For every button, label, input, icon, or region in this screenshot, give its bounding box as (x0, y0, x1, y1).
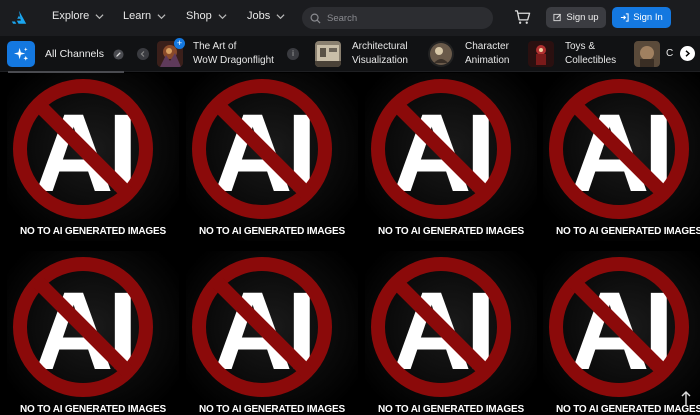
scroll-right-button[interactable] (680, 46, 695, 61)
channel-label-line2: Visualization (352, 55, 408, 66)
search-icon (310, 13, 321, 24)
top-navbar: Explore Learn Shop Jobs Sign up (0, 0, 700, 36)
artwork-tile[interactable]: AINO TO AI GENERATED IMAGES (365, 73, 537, 241)
channel-architectural-visualization[interactable]: Architectural Visualization (315, 36, 408, 72)
artwork-caption: NO TO AI GENERATED IMAGES (199, 226, 345, 237)
all-channels-label[interactable]: All Channels (45, 48, 104, 60)
nav-jobs-label: Jobs (247, 10, 271, 22)
sign-up-button[interactable]: Sign up (546, 7, 606, 28)
sign-up-label: Sign up (566, 12, 599, 23)
scroll-to-top-button[interactable] (680, 390, 692, 408)
nav-jobs[interactable]: Jobs (247, 10, 285, 22)
channel-label-line1: Character (465, 41, 509, 52)
artwork-tile[interactable]: AINO TO AI GENERATED IMAGES (186, 73, 358, 241)
nav-learn-label: Learn (123, 10, 152, 22)
channel-label-line1: The Art of (193, 41, 237, 52)
artwork-caption: NO TO AI GENERATED IMAGES (556, 226, 700, 237)
channel-character-animation[interactable]: Character Animation (428, 36, 509, 72)
info-icon[interactable]: i (287, 48, 299, 60)
no-ai-symbol-icon: AI (543, 251, 700, 415)
sparkle-icon (13, 46, 28, 61)
artwork-caption: NO TO AI GENERATED IMAGES (199, 404, 345, 415)
artwork-caption: NO TO AI GENERATED IMAGES (20, 404, 166, 415)
artwork-caption: NO TO AI GENERATED IMAGES (556, 404, 700, 415)
channel-thumbnail (428, 41, 454, 67)
chevron-down-icon (95, 13, 104, 19)
edit-channels-icon[interactable] (113, 49, 124, 60)
nav-shop[interactable]: Shop (186, 10, 227, 22)
plus-badge-icon: + (174, 38, 185, 49)
cart-icon[interactable] (514, 9, 531, 26)
channel-label-line2: WoW Dragonflight (193, 55, 274, 66)
edit-icon (553, 13, 562, 22)
no-ai-symbol-icon: AI (543, 73, 700, 241)
chevron-right-icon (685, 50, 691, 57)
channel-label-line2: Collectibles (565, 55, 617, 66)
chevron-down-icon (218, 13, 227, 19)
nav-explore-label: Explore (52, 10, 90, 22)
sign-in-icon (621, 13, 629, 22)
nav-explore[interactable]: Explore (52, 10, 104, 22)
chevron-left-icon (140, 51, 145, 57)
chevron-down-icon (276, 13, 285, 19)
channel-label-line1: Architectural (352, 41, 408, 52)
artwork-tile[interactable]: AINO TO AI GENERATED IMAGES (7, 73, 179, 241)
no-ai-symbol-icon: AI (365, 251, 537, 415)
artwork-tile[interactable]: AINO TO AI GENERATED IMAGES (543, 251, 700, 415)
artwork-caption: NO TO AI GENERATED IMAGES (378, 226, 524, 237)
sign-in-button[interactable]: Sign In (612, 7, 671, 28)
search-bar[interactable] (302, 7, 493, 29)
arrow-up-icon (681, 391, 691, 405)
all-channels-button[interactable] (7, 41, 35, 67)
search-input[interactable] (327, 12, 477, 24)
channel-label-line1: C (666, 48, 674, 59)
no-ai-symbol-icon: AI (186, 251, 358, 415)
artwork-tile[interactable]: AINO TO AI GENERATED IMAGES (365, 251, 537, 415)
channel-thumbnail (634, 41, 660, 67)
no-ai-symbol-icon: AI (7, 73, 179, 241)
channel-label-line1: Toys & (565, 41, 596, 52)
no-ai-symbol-icon: AI (7, 251, 179, 415)
channel-partial[interactable]: C (634, 36, 673, 72)
artwork-tile[interactable]: AINO TO AI GENERATED IMAGES (186, 251, 358, 415)
channel-thumbnail (528, 41, 554, 67)
artwork-caption: NO TO AI GENERATED IMAGES (378, 404, 524, 415)
artwork-tile[interactable]: AINO TO AI GENERATED IMAGES (7, 251, 179, 415)
nav-learn[interactable]: Learn (123, 10, 166, 22)
scroll-left-button[interactable] (137, 48, 149, 60)
chevron-down-icon (157, 13, 166, 19)
artstation-logo-icon[interactable] (10, 8, 28, 26)
no-ai-symbol-icon: AI (365, 73, 537, 241)
sign-in-label: Sign In (633, 12, 663, 23)
artwork-caption: NO TO AI GENERATED IMAGES (20, 226, 166, 237)
channel-label-line2: Animation (465, 55, 510, 66)
channel-toys-collectibles[interactable]: Toys & Collectibles (528, 36, 616, 72)
artwork-grid: AINO TO AI GENERATED IMAGESAINO TO AI GE… (0, 73, 700, 415)
artwork-tile[interactable]: AINO TO AI GENERATED IMAGES (543, 73, 700, 241)
no-ai-symbol-icon: AI (186, 73, 358, 241)
channel-thumbnail (315, 41, 341, 67)
nav-shop-label: Shop (186, 10, 212, 22)
